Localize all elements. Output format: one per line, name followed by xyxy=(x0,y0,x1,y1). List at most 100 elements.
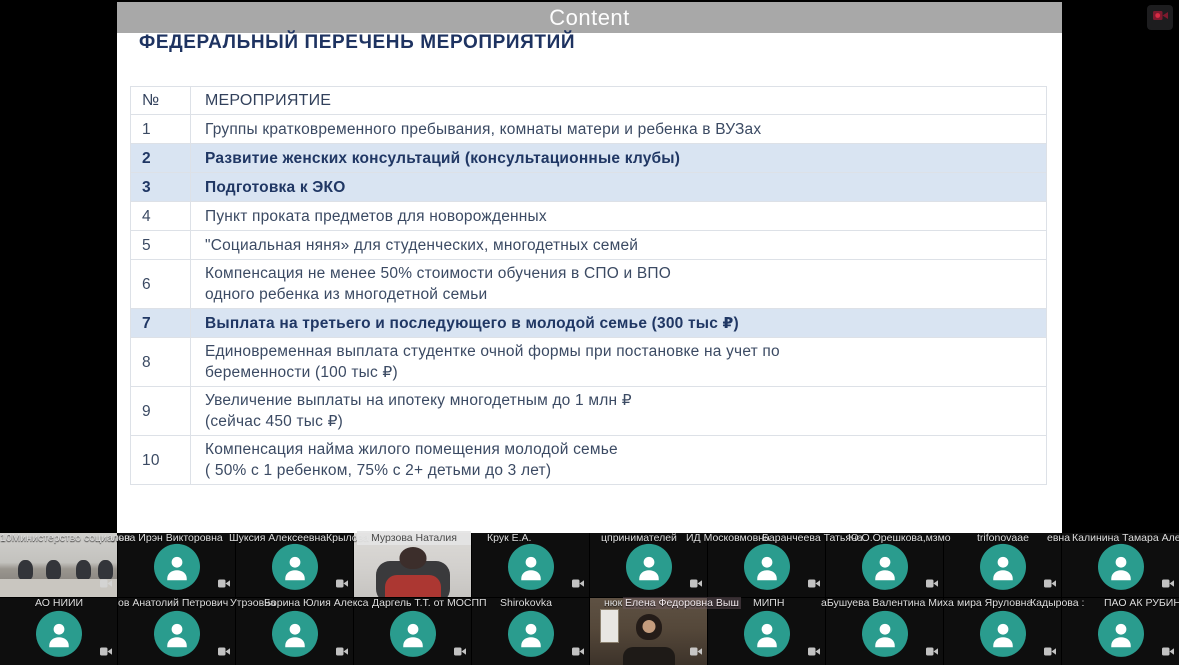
row-number: 1 xyxy=(131,115,191,144)
participant-tile[interactable] xyxy=(0,598,117,665)
participant-tile[interactable] xyxy=(472,598,589,665)
table-row: 4Пункт проката предметов для новорожденн… xyxy=(131,202,1047,231)
table-row: 1Группы кратковременного пребывания, ком… xyxy=(131,115,1047,144)
participant-avatar xyxy=(744,544,790,590)
participant-tile[interactable] xyxy=(944,533,1061,597)
table-row: 2Развитие женских консультаций (консульт… xyxy=(131,144,1047,173)
shared-screen-slide: Content ФЕДЕРАЛЬНЫЙ ПЕРЕЧЕНЬ МЕРОПРИЯТИЙ… xyxy=(117,2,1062,533)
camera-off-icon xyxy=(926,643,938,661)
video-head xyxy=(399,547,426,569)
camera-off-icon xyxy=(690,643,702,661)
camera-off-icon xyxy=(808,643,820,661)
participant-avatar xyxy=(980,610,1026,656)
slide-title: ФЕДЕРАЛЬНЫЙ ПЕРЕЧЕНЬ МЕРОПРИЯТИЙ xyxy=(139,32,575,54)
participant-tile[interactable] xyxy=(1062,598,1179,665)
table-header-row: №МЕРОПРИЯТИЕ xyxy=(131,87,1047,115)
participant-avatar xyxy=(862,610,908,656)
video-figure xyxy=(46,560,61,580)
row-number: 4 xyxy=(131,202,191,231)
participant-video-speaker[interactable] xyxy=(590,598,707,665)
video-body xyxy=(385,575,441,597)
camera-off-icon xyxy=(336,643,348,661)
participant-video-speaker[interactable] xyxy=(354,533,471,597)
participant-strip-bottom xyxy=(0,598,1179,665)
record-camera-icon xyxy=(1152,9,1169,27)
row-measure-text: Выплата на третьего и последующего в мол… xyxy=(191,309,1047,338)
participant-tile[interactable] xyxy=(472,533,589,597)
participant-tile[interactable] xyxy=(1062,533,1179,597)
row-number: 10 xyxy=(131,436,191,485)
row-measure-text: Развитие женских консультаций (консульта… xyxy=(191,144,1047,173)
participant-tile[interactable] xyxy=(826,598,943,665)
participant-avatar xyxy=(508,610,554,656)
shared-content-label: Content xyxy=(549,5,630,31)
row-number: 6 xyxy=(131,260,191,309)
video-cal xyxy=(601,610,618,642)
row-measure-text: "Социальная няня» для студенческих, мног… xyxy=(191,231,1047,260)
participant-avatar xyxy=(36,610,82,656)
row-measure-text: Единовременная выплата студентке очной ф… xyxy=(191,338,1047,387)
camera-off-icon xyxy=(808,575,820,593)
camera-off-icon xyxy=(336,575,348,593)
row-number: 2 xyxy=(131,144,191,173)
participant-tile[interactable] xyxy=(826,533,943,597)
table-row: 5"Социальная няня» для студенческих, мно… xyxy=(131,231,1047,260)
participant-tile[interactable] xyxy=(708,598,825,665)
participant-tile[interactable] xyxy=(944,598,1061,665)
row-measure-text: Компенсация найма жилого помещения молод… xyxy=(191,436,1047,485)
participant-strip-top xyxy=(0,533,1179,597)
row-number: 7 xyxy=(131,309,191,338)
video-figure xyxy=(76,560,91,580)
table-row: 10Компенсация найма жилого помещения мол… xyxy=(131,436,1047,485)
camera-off-icon xyxy=(572,643,584,661)
participant-avatar xyxy=(980,544,1026,590)
participant-avatar xyxy=(508,544,554,590)
camera-off-icon xyxy=(1044,643,1056,661)
meeting-window: Content ФЕДЕРАЛЬНЫЙ ПЕРЕЧЕНЬ МЕРОПРИЯТИЙ… xyxy=(0,0,1179,665)
table-row: 8Единовременная выплата студентке очной … xyxy=(131,338,1047,387)
video-figure xyxy=(18,560,33,580)
participant-tile[interactable] xyxy=(354,598,471,665)
participant-avatar xyxy=(626,544,672,590)
shared-content-bar: Content xyxy=(117,2,1062,33)
row-measure-text: Пункт проката предметов для новорожденны… xyxy=(191,202,1047,231)
participant-tile[interactable] xyxy=(118,598,235,665)
camera-off-icon xyxy=(572,575,584,593)
participant-tile[interactable] xyxy=(236,533,353,597)
participant-avatar xyxy=(154,544,200,590)
camera-off-icon xyxy=(690,575,702,593)
video-face xyxy=(642,620,655,633)
camera-off-icon xyxy=(1162,575,1174,593)
camera-off-icon xyxy=(218,575,230,593)
participant-tile[interactable] xyxy=(708,533,825,597)
row-number: 8 xyxy=(131,338,191,387)
camera-off-icon xyxy=(1044,575,1056,593)
row-measure-text: Компенсация не менее 50% стоимости обуче… xyxy=(191,260,1047,309)
table-row: 3Подготовка к ЭКО xyxy=(131,173,1047,202)
camera-off-icon xyxy=(100,575,112,593)
camera-off-icon xyxy=(1162,643,1174,661)
row-measure-text: Группы кратковременного пребывания, комн… xyxy=(191,115,1047,144)
table-row: 6Компенсация не менее 50% стоимости обуч… xyxy=(131,260,1047,309)
participant-avatar xyxy=(272,544,318,590)
participant-avatar xyxy=(390,610,436,656)
table-row: 9Увеличение выплаты на ипотеку многодетн… xyxy=(131,387,1047,436)
camera-off-icon xyxy=(926,575,938,593)
row-number: 9 xyxy=(131,387,191,436)
participant-avatar xyxy=(744,610,790,656)
row-number: 5 xyxy=(131,231,191,260)
record-button[interactable] xyxy=(1147,5,1173,30)
participant-avatar xyxy=(1098,544,1144,590)
participant-avatar xyxy=(1098,610,1144,656)
participant-tile[interactable] xyxy=(118,533,235,597)
participant-avatar xyxy=(272,610,318,656)
participant-tile[interactable] xyxy=(236,598,353,665)
table-row: 7Выплата на третьего и последующего в мо… xyxy=(131,309,1047,338)
participant-video-room[interactable] xyxy=(0,533,117,597)
federal-measures-table: №МЕРОПРИЯТИЕ1Группы кратковременного пре… xyxy=(130,86,1047,485)
camera-off-icon xyxy=(218,643,230,661)
row-measure-text: Увеличение выплаты на ипотеку многодетны… xyxy=(191,387,1047,436)
row-number: 3 xyxy=(131,173,191,202)
camera-off-icon xyxy=(454,643,466,661)
participant-tile[interactable] xyxy=(590,533,707,597)
